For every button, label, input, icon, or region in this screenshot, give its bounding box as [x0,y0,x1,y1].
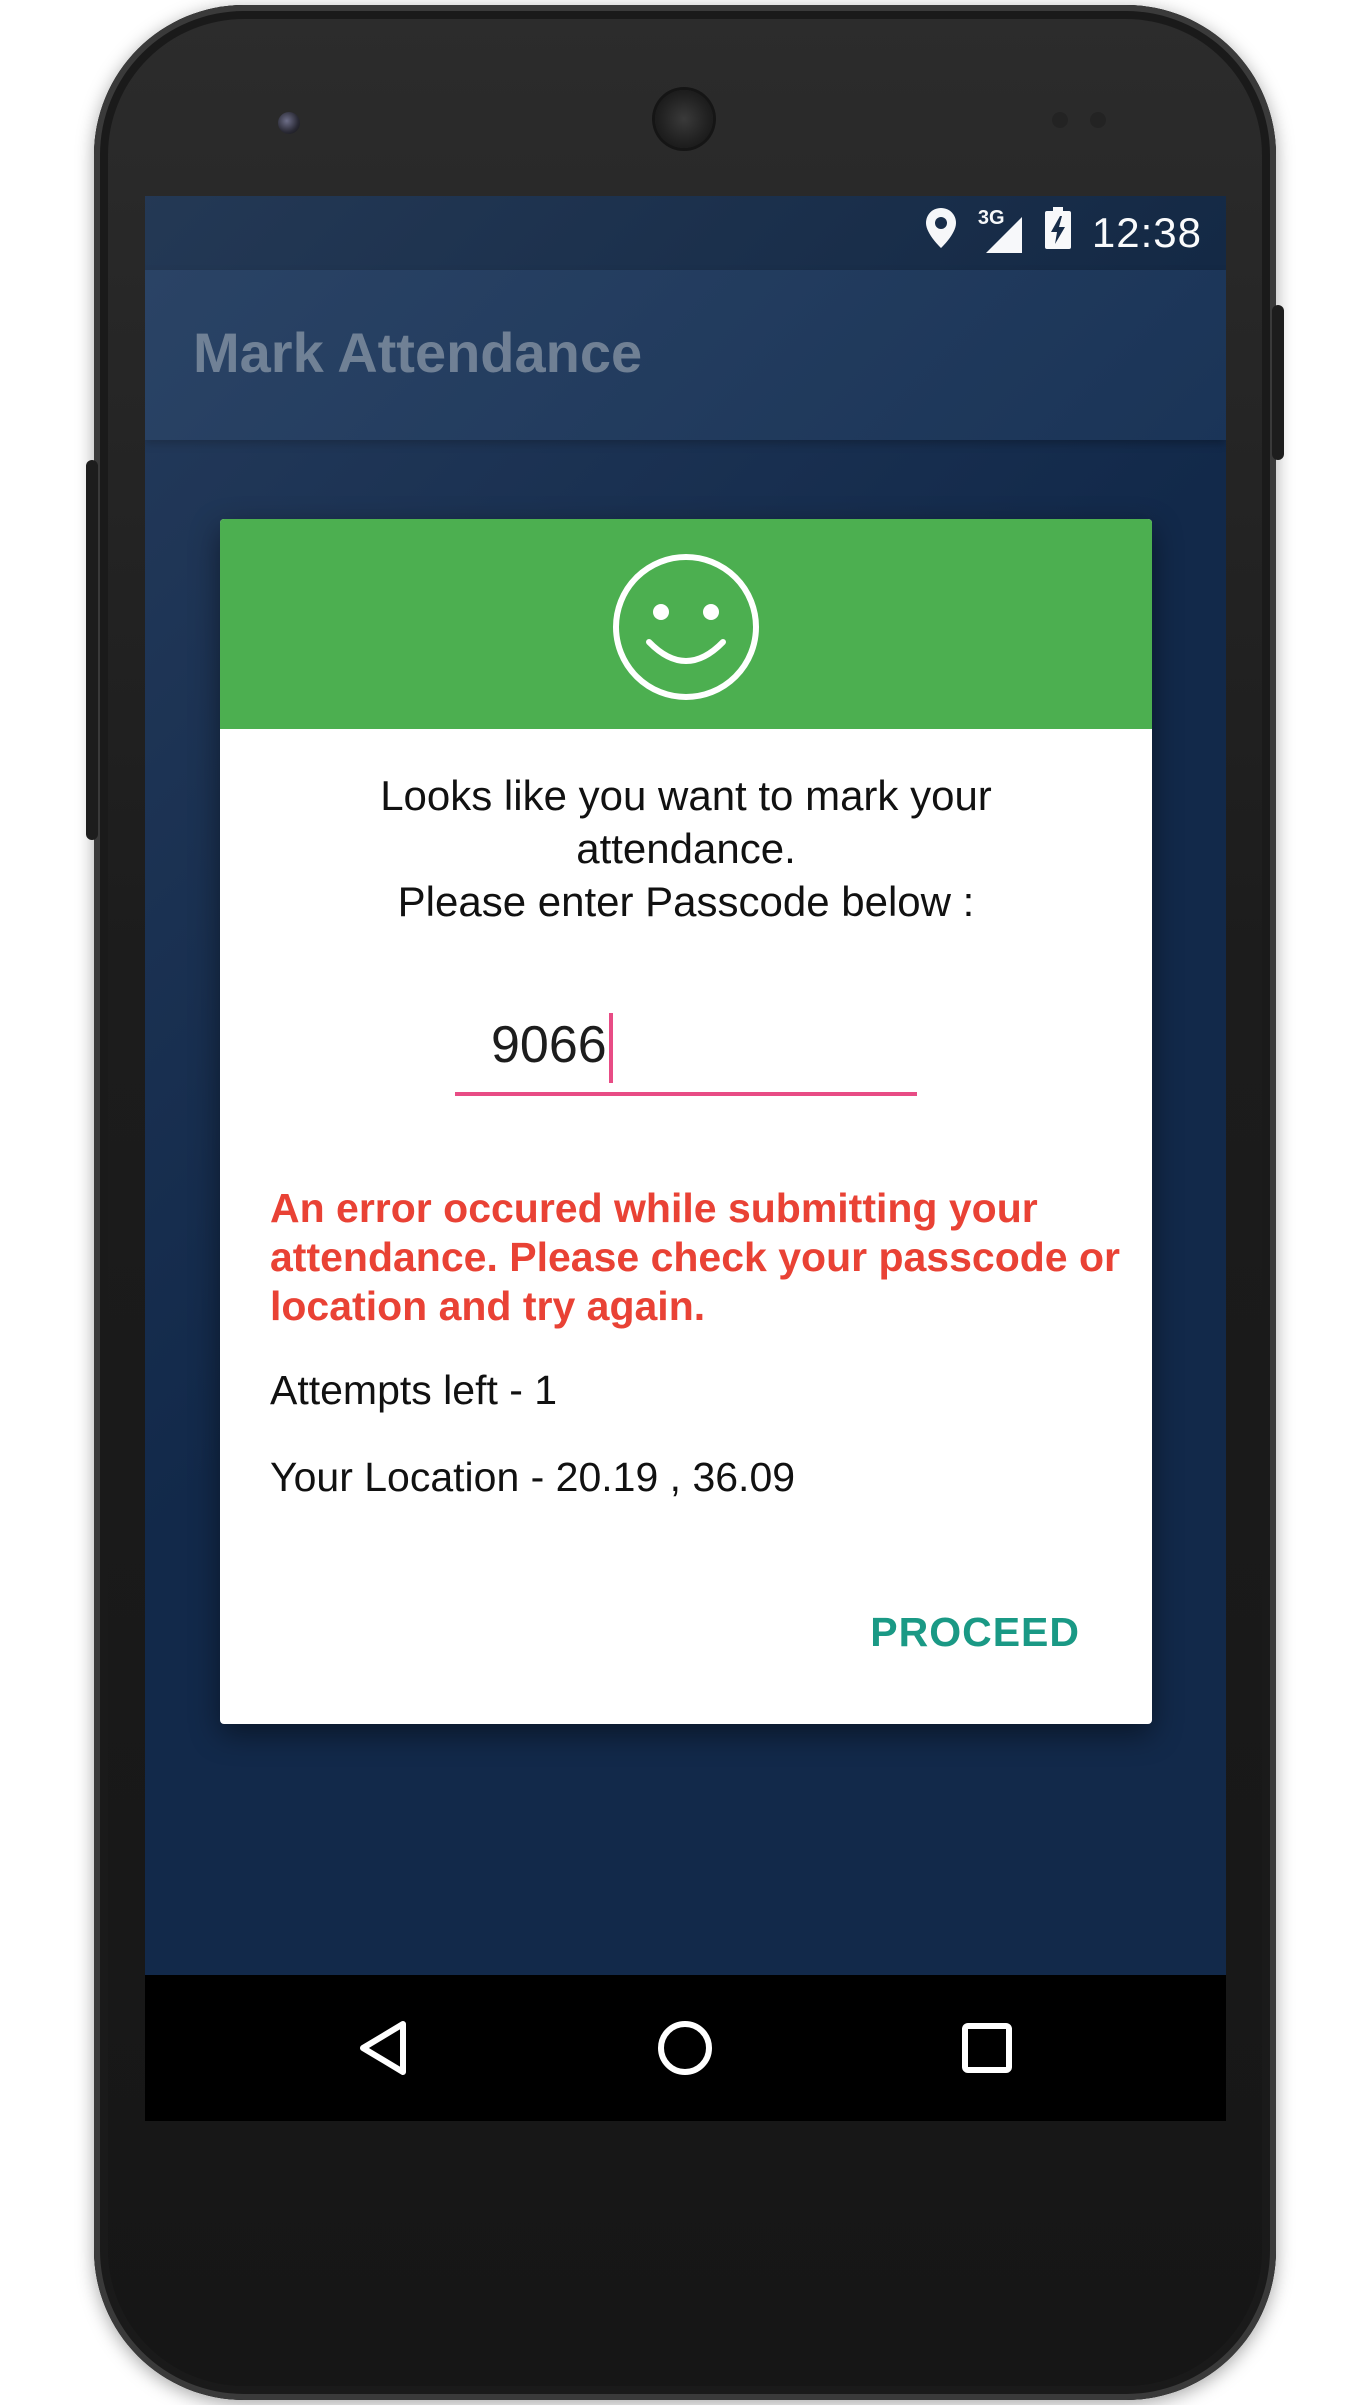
front-camera [278,112,300,134]
dialog-prompt: Looks like you want to mark your attenda… [280,769,1092,928]
home-button[interactable] [625,1975,745,2121]
app-bar: Mark Attendance [145,270,1226,440]
power-button [1272,305,1284,460]
prompt-line: Looks like you want to mark your [380,772,992,819]
text-cursor [609,1013,613,1083]
proceed-button[interactable]: PROCEED [870,1609,1080,1656]
volume-button [86,460,98,840]
prompt-line: attendance. [576,825,796,872]
passcode-value[interactable]: 9066 [491,1015,607,1075]
prompt-line: Please enter Passcode below : [397,878,975,925]
light-sensor [1090,112,1106,128]
recents-button[interactable] [927,1975,1047,2121]
error-line: location and try again. [270,1283,706,1329]
back-button[interactable] [323,1975,443,2121]
attendance-dialog: Looks like you want to mark your attenda… [220,519,1152,1724]
signal-icon: 3G [978,207,1024,255]
back-icon [360,2021,406,2075]
battery-charging-icon [1044,206,1072,260]
status-bar: 3G 12:38 [145,196,1226,270]
app-title: Mark Attendance [193,321,643,384]
dialog-header [220,519,1152,729]
passcode-input[interactable]: 9066 [455,1007,917,1096]
earpiece-speaker [655,90,713,148]
location-icon [924,206,958,260]
location-text: Your Location - 20.19 , 36.09 [270,1454,796,1500]
error-message: An error occured while submitting your a… [270,1184,1120,1331]
attempts-left-text: Attempts left - 1 [270,1367,558,1413]
navigation-bar [145,1975,1226,2121]
error-line: An error occured while submitting your [270,1185,1038,1231]
proximity-sensor [1052,112,1068,128]
error-line: attendance. Please check your passcode o… [270,1234,1120,1280]
phone-screen: 3G 12:38 Mark Attendance Looks like you … [145,196,1226,2121]
status-time: 12:38 [1091,209,1202,256]
recents-icon [962,2023,1012,2073]
smiley-icon [613,554,759,700]
home-icon [658,2021,712,2075]
